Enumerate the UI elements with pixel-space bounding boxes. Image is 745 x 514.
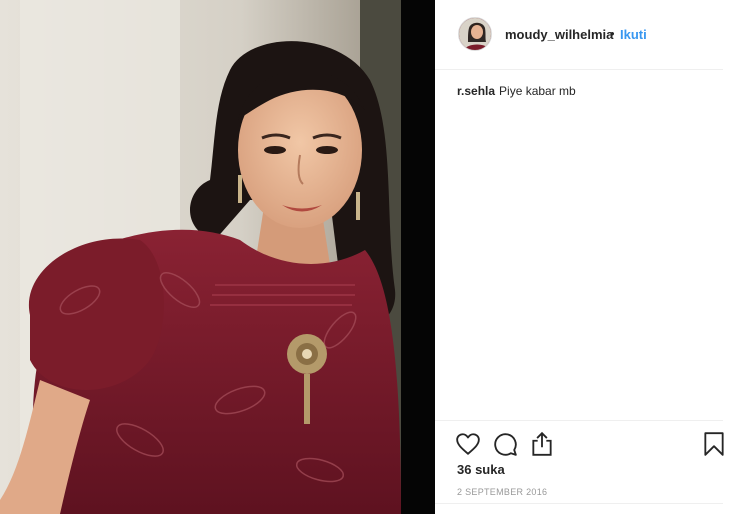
bookmark-icon[interactable] xyxy=(701,431,727,457)
post-photo[interactable] xyxy=(0,0,401,514)
heart-icon[interactable] xyxy=(455,431,481,457)
comment-item: r.sehla Piye kabar mb xyxy=(457,84,576,98)
post-header: moudy_wilhelmia • Ikuti xyxy=(435,0,723,70)
likes-count[interactable]: 36 suka xyxy=(457,462,505,477)
follow-button[interactable]: Ikuti xyxy=(620,27,647,42)
post-date[interactable]: 2 SEPTEMBER 2016 xyxy=(457,487,547,497)
avatar[interactable] xyxy=(458,17,492,51)
comment-icon[interactable] xyxy=(492,431,518,457)
action-bar xyxy=(435,420,724,464)
divider xyxy=(435,503,723,504)
comment-text: Piye kabar mb xyxy=(499,84,576,98)
share-icon[interactable] xyxy=(529,431,555,457)
photo-illustration xyxy=(0,0,401,514)
comment-username[interactable]: r.sehla xyxy=(457,84,495,98)
post-side-panel: moudy_wilhelmia • Ikuti r.sehla Piye kaba… xyxy=(435,0,745,514)
username-link[interactable]: moudy_wilhelmia xyxy=(505,27,613,42)
separator-dot: • xyxy=(610,26,615,41)
photo-letterbox xyxy=(401,0,435,514)
